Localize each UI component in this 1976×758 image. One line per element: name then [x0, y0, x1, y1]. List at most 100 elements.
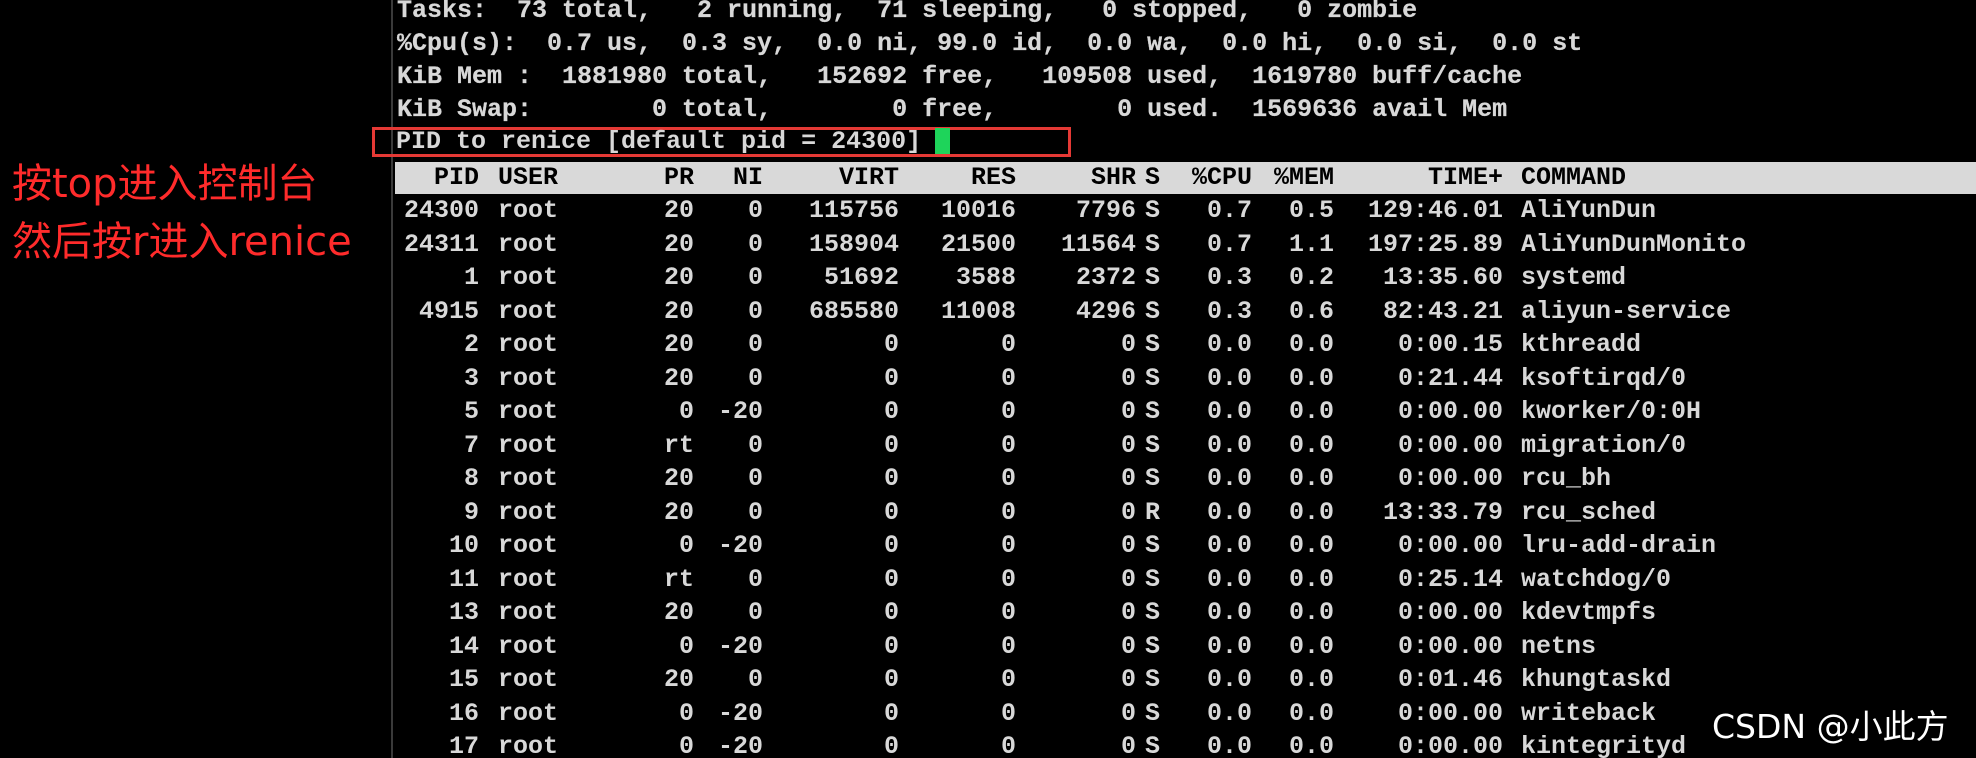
process-row[interactable]: 15 root 20 0 0 0 0 S 0.0 0.0 0:01.46 khungtaskd — [395, 663, 1976, 697]
process-res: 0 — [1000, 531, 1016, 560]
process-time: 13:35.60 — [1382, 263, 1503, 292]
process-command: watchdog/0 — [1521, 564, 1672, 594]
process-row[interactable]: 3 root 20 0 0 0 0 S 0.0 0.0 0:21.44 ksoftirqd/0 — [395, 362, 1976, 396]
process-priority: 0 — [678, 698, 694, 728]
swap-summary-line: KiB Swap: 0 total, 0 free, 0 used. 15696… — [397, 95, 1508, 124]
process-nice: 0 — [747, 196, 763, 225]
process-row[interactable]: 11 root rt 0 0 0 0 S 0.0 0.0 0:25.14 watchdog/0 — [395, 563, 1976, 597]
process-state: S — [1145, 631, 1161, 661]
process-time: 82:43.21 — [1382, 296, 1503, 326]
process-time: 0:00.00 — [1397, 397, 1503, 426]
process-res: 3588 — [955, 263, 1016, 292]
process-user: root — [498, 732, 559, 758]
process-nice: 0 — [747, 665, 763, 694]
process-row[interactable]: 10 root 0 -20 0 0 0 S 0.0 0.0 0:00.00 lru-add-drain — [395, 529, 1976, 563]
column-header-virt[interactable]: VIRT — [795, 162, 899, 194]
process-res: 0 — [1000, 564, 1016, 594]
process-row[interactable]: 7 root rt 0 0 0 0 S 0.0 0.0 0:00.00 migration/0 — [395, 429, 1976, 463]
process-command: kdevtmpfs — [1521, 598, 1657, 627]
cpu-summary-line: %Cpu(s): 0.7 us, 0.3 sy, 0.0 ni, 99.0 id… — [397, 29, 1583, 58]
process-shr: 0 — [1120, 497, 1136, 527]
process-shr: 0 — [1120, 698, 1136, 728]
process-virt: 0 — [883, 397, 899, 426]
process-pid: 24300 — [403, 196, 479, 225]
process-mem: 0.0 — [1288, 430, 1334, 460]
process-time: 0:01.46 — [1397, 665, 1503, 694]
process-virt: 0 — [883, 430, 899, 460]
process-pid: 9 — [463, 497, 479, 527]
process-cpu: 0.0 — [1206, 564, 1252, 594]
process-row[interactable]: 5 root 0 -20 0 0 0 S 0.0 0.0 0:00.00 kworker/0:0H — [395, 395, 1976, 429]
process-row[interactable]: 24311 root 20 0 158904 21500 11564 S 0.7 1.1 197:2… — [395, 228, 1976, 262]
process-nice: 0 — [747, 464, 763, 493]
process-command: kthreadd — [1521, 330, 1642, 359]
process-row[interactable]: 1 root 20 0 51692 3588 2372 S 0.3 0.2 13:35.60 syst… — [395, 261, 1976, 295]
process-state: S — [1145, 598, 1161, 627]
column-header-res[interactable]: RES — [905, 162, 1016, 194]
process-time: 0:25.14 — [1397, 564, 1503, 594]
process-shr: 0 — [1120, 531, 1136, 560]
process-priority: 0 — [678, 531, 694, 560]
process-priority: 20 — [663, 464, 694, 493]
process-state: S — [1145, 430, 1161, 460]
column-header-time[interactable]: TIME+ — [1345, 162, 1503, 194]
process-command: kworker/0:0H — [1521, 397, 1702, 426]
process-virt: 0 — [883, 631, 899, 661]
process-user: root — [498, 263, 559, 292]
process-mem: 0.0 — [1288, 497, 1334, 527]
process-res: 0 — [1000, 698, 1016, 728]
column-header-pr[interactable]: PR — [595, 162, 694, 194]
process-cpu: 0.0 — [1206, 497, 1252, 527]
process-shr: 0 — [1120, 397, 1136, 426]
process-cpu: 0.0 — [1206, 430, 1252, 460]
process-row[interactable]: 24300 root 20 0 115756 10016 7796 S 0.7 0.5 129:46… — [395, 194, 1976, 228]
process-user: root — [498, 229, 559, 259]
process-state: S — [1145, 296, 1161, 326]
process-cpu: 0.7 — [1206, 196, 1252, 225]
process-time: 0:00.00 — [1397, 598, 1503, 627]
process-command: lru-add-drain — [1521, 531, 1717, 560]
process-virt: 0 — [883, 330, 899, 359]
process-row[interactable]: 8 root 20 0 0 0 0 S 0.0 0.0 0:00.00 rcu_bh — [395, 462, 1976, 496]
column-header-command[interactable]: COMMAND — [1521, 162, 1971, 194]
renice-prompt[interactable]: PID to renice [default pid = 24300] — [396, 127, 951, 161]
process-pid: 14 — [448, 631, 479, 661]
process-nice: 0 — [747, 229, 763, 259]
process-nice: 0 — [747, 296, 763, 326]
process-virt: 0 — [883, 732, 899, 758]
process-command: netns — [1521, 631, 1597, 661]
process-mem: 0.0 — [1288, 665, 1334, 694]
process-command: AliYunDun — [1521, 196, 1657, 225]
column-header-pid[interactable]: PID — [395, 162, 479, 194]
process-priority: rt — [663, 564, 694, 594]
csdn-watermark: CSDN @小此方 — [1712, 707, 1949, 746]
process-row[interactable]: 2 root 20 0 0 0 0 S 0.0 0.0 0:00.15 kthreadd — [395, 328, 1976, 362]
column-header-ni[interactable]: NI — [695, 162, 763, 194]
process-cpu: 0.3 — [1206, 263, 1252, 292]
process-user: root — [498, 330, 559, 359]
process-cpu: 0.0 — [1206, 531, 1252, 560]
process-row[interactable]: 4915 root 20 0 685580 11008 4296 S 0.3 0.6 82:43.2… — [395, 295, 1976, 329]
column-header-shr[interactable]: SHR — [1025, 162, 1136, 194]
column-header-mem[interactable]: %MEM — [1261, 162, 1334, 194]
process-priority: 20 — [663, 296, 694, 326]
process-user: root — [498, 698, 559, 728]
process-row[interactable]: 14 root 0 -20 0 0 0 S 0.0 0.0 0:00.00 netns — [395, 630, 1976, 664]
column-header-user[interactable]: USER — [498, 162, 598, 194]
process-priority: 20 — [663, 229, 694, 259]
process-mem: 0.0 — [1288, 464, 1334, 493]
column-header-cpu[interactable]: %CPU — [1175, 162, 1252, 194]
process-time: 129:46.01 — [1367, 196, 1503, 225]
process-command: migration/0 — [1521, 430, 1687, 460]
column-header-state[interactable]: S — [1145, 162, 1171, 194]
process-row[interactable]: 13 root 20 0 0 0 0 S 0.0 0.0 0:00.00 kdevtmpfs — [395, 596, 1976, 630]
process-priority: 20 — [663, 665, 694, 694]
process-user: root — [498, 397, 559, 426]
terminal-cursor[interactable] — [935, 128, 951, 155]
process-command: rcu_bh — [1521, 464, 1612, 493]
process-row[interactable]: 9 root 20 0 0 0 0 R 0.0 0.0 13:33.79 rcu_sched — [395, 496, 1976, 530]
process-cpu: 0.0 — [1206, 698, 1252, 728]
process-shr: 0 — [1120, 363, 1136, 393]
process-nice: 0 — [747, 564, 763, 594]
process-cpu: 0.0 — [1206, 631, 1252, 661]
